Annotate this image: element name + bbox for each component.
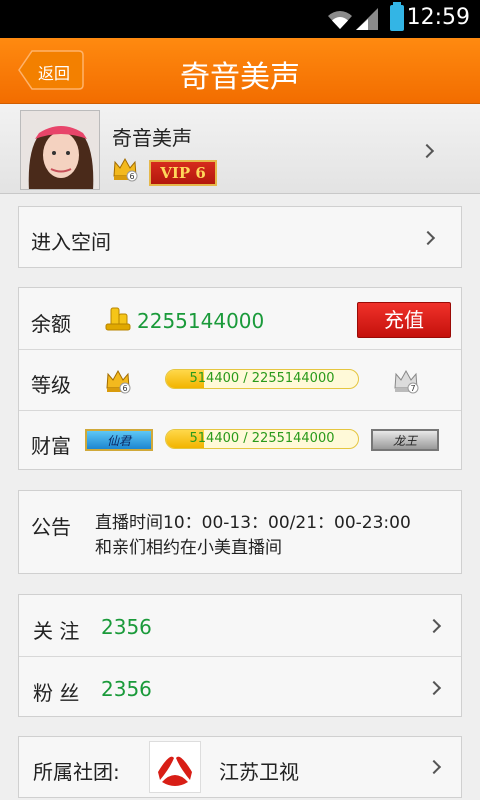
title-bar: 返回 奇音美声 bbox=[0, 38, 480, 104]
wealth-progress-text: 514400 / 2255144000 bbox=[189, 431, 335, 446]
chevron-right-icon bbox=[420, 230, 436, 246]
crown-icon: 6 bbox=[106, 369, 131, 394]
balance-row: 余额 2255144000 充值 bbox=[19, 288, 461, 349]
level-progress-text: 514400 / 2255144000 bbox=[189, 371, 335, 386]
notice-line-1: 直播时间10：00-13：00/21：00-23:00 bbox=[95, 513, 411, 533]
enter-space-row[interactable]: 进入空间 bbox=[18, 206, 462, 268]
clock: 12:59 bbox=[406, 5, 470, 30]
fans-count: 2356 bbox=[101, 677, 152, 701]
wealth-label: 财富 bbox=[31, 434, 71, 458]
follow-row[interactable]: 关 注 2356 bbox=[19, 595, 461, 656]
level-progress-bar: 514400 / 2255144000 bbox=[165, 369, 359, 389]
chevron-right-icon bbox=[419, 143, 435, 159]
status-bar: 12:59 bbox=[0, 0, 480, 38]
wifi-icon bbox=[328, 11, 352, 29]
chevron-right-icon bbox=[426, 759, 442, 775]
next-wealth-title-badge: 龙王 bbox=[371, 429, 439, 451]
chevron-right-icon bbox=[426, 618, 442, 634]
balance-value: 2255144000 bbox=[137, 309, 265, 333]
gold-coins-icon bbox=[105, 307, 131, 331]
crown-level: 6 bbox=[129, 172, 134, 181]
club-label: 所属社团: bbox=[33, 760, 120, 784]
social-card: 关 注 2356 粉 丝 2356 bbox=[18, 594, 462, 717]
crown-icon: 6 bbox=[113, 157, 138, 182]
level-label: 等级 bbox=[31, 373, 71, 397]
signal-icon bbox=[356, 8, 378, 30]
recharge-button[interactable]: 充值 bbox=[357, 302, 451, 338]
battery-icon bbox=[390, 2, 404, 31]
wealth-row: 财富 仙君 514400 / 2255144000 龙王 bbox=[19, 411, 461, 470]
account-card: 余额 2255144000 充值 等级 6 514400 / 225514400… bbox=[18, 287, 462, 470]
chevron-right-icon bbox=[426, 680, 442, 696]
profile-name: 奇音美声 bbox=[112, 126, 192, 150]
follow-count: 2356 bbox=[101, 615, 152, 639]
wealth-title-badge: 仙君 bbox=[85, 429, 153, 451]
wealth-progress-bar: 514400 / 2255144000 bbox=[165, 429, 359, 449]
profile-header[interactable]: 奇音美声 6 VIP 6 bbox=[0, 104, 480, 194]
follow-label: 关 注 bbox=[33, 619, 80, 643]
club-logo-icon bbox=[149, 741, 201, 793]
avatar bbox=[20, 110, 100, 190]
enter-space-label: 进入空间 bbox=[31, 230, 111, 254]
vip-badge: VIP 6 bbox=[149, 160, 217, 186]
club-row[interactable]: 所属社团: 江苏卫视 bbox=[18, 736, 462, 798]
svg-text:7: 7 bbox=[410, 384, 415, 393]
svg-text:6: 6 bbox=[122, 384, 127, 393]
page-title: 奇音美声 bbox=[180, 60, 300, 95]
club-name: 江苏卫视 bbox=[219, 760, 299, 784]
fans-row[interactable]: 粉 丝 2356 bbox=[19, 657, 461, 717]
next-level-crown-icon: 7 bbox=[394, 369, 419, 394]
notice-card: 公告 直播时间10：00-13：00/21：00-23:00 和亲们相约在小美直… bbox=[18, 490, 462, 574]
fans-label: 粉 丝 bbox=[33, 681, 80, 705]
balance-label: 余额 bbox=[31, 312, 71, 336]
notice-label: 公告 bbox=[31, 515, 71, 539]
level-row: 等级 6 514400 / 2255144000 7 bbox=[19, 350, 461, 410]
notice-line-2: 和亲们相约在小美直播间 bbox=[95, 538, 282, 558]
